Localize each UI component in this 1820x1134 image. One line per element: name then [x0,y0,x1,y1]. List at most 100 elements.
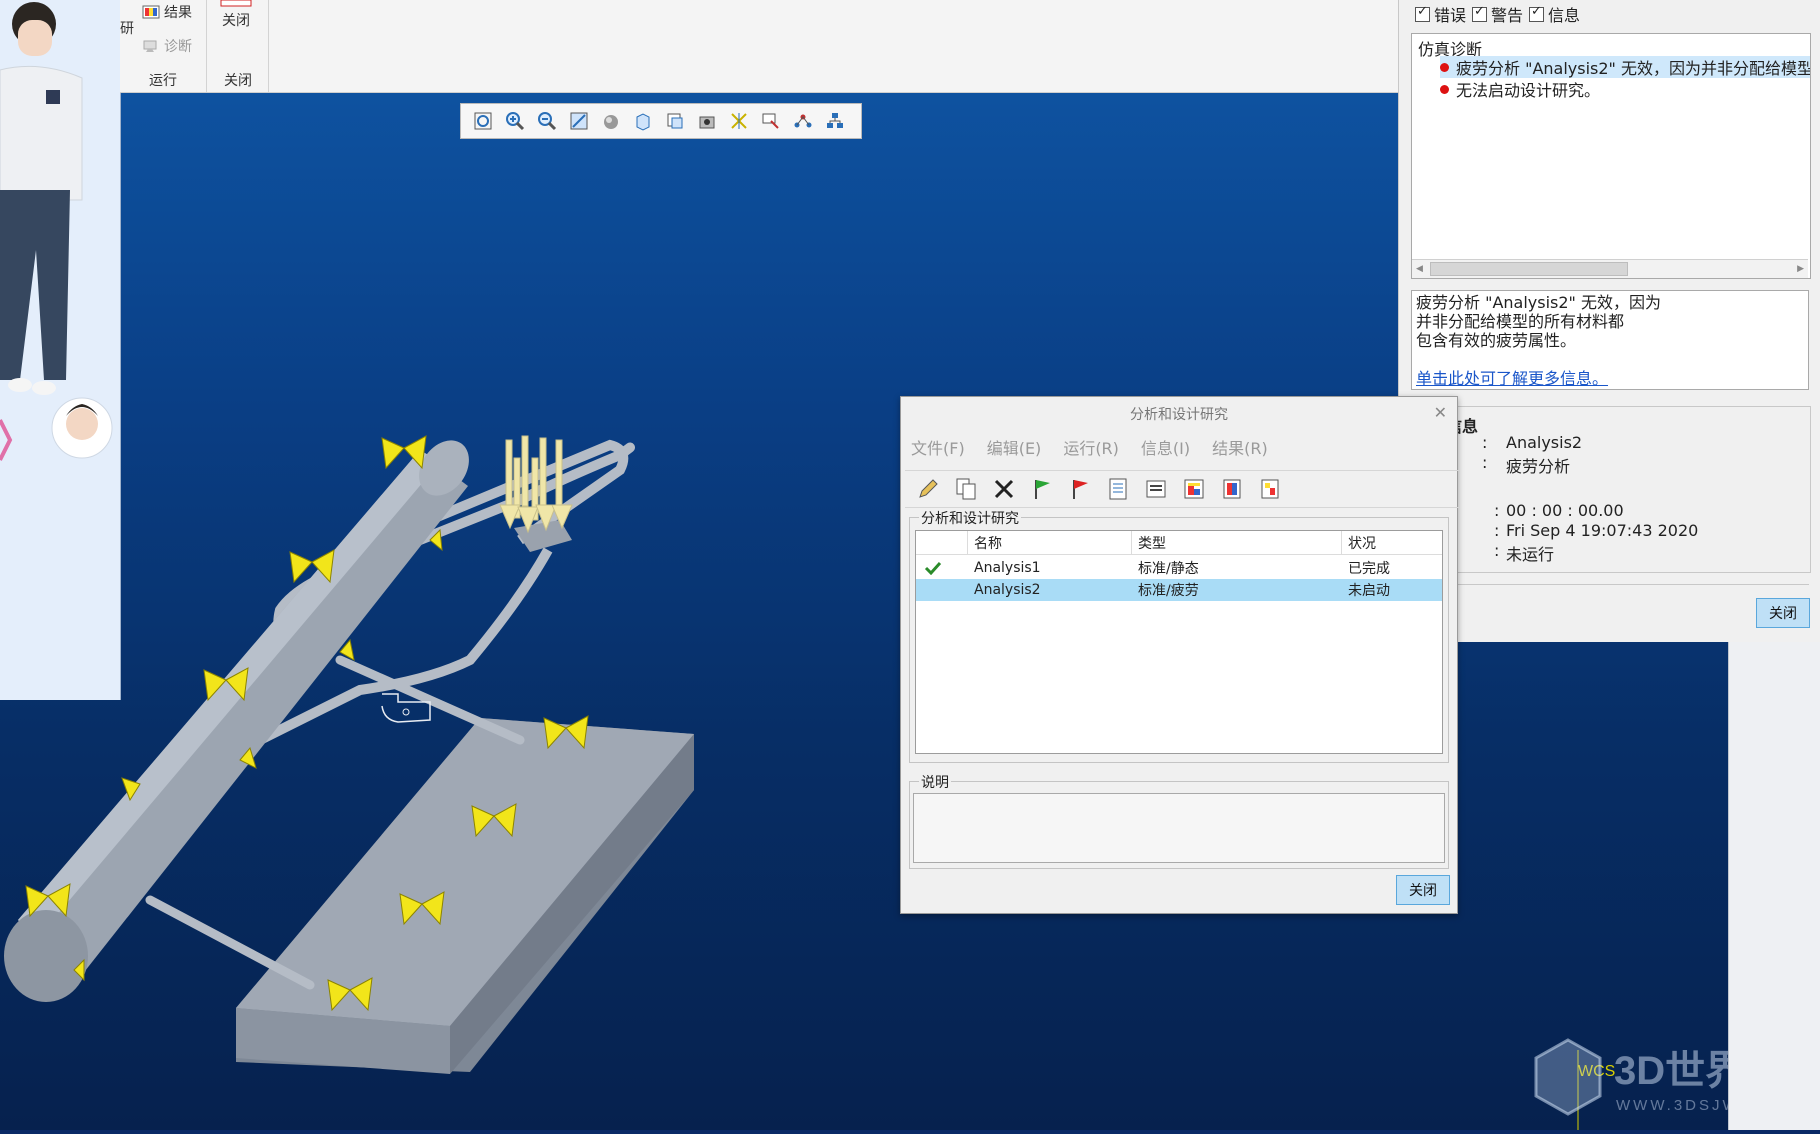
filter-error-checkbox[interactable]: 错误 [1415,2,1466,26]
studies-group-label: 分析和设计研究 [919,508,1021,528]
row-name: Analysis1 [974,560,1041,576]
description-textarea[interactable] [913,793,1445,863]
filter-info-checkbox[interactable]: 信息 [1529,2,1580,26]
copy-icon[interactable] [949,472,983,506]
scroll-right-icon[interactable]: ▶ [1797,264,1804,274]
col-status-header[interactable]: 状况 [1342,531,1442,555]
avatar-figure-icon [0,2,113,461]
diagnose-icon [143,40,157,52]
results-window-icon[interactable] [1177,472,1211,506]
datum-display-icon[interactable] [723,105,755,137]
completed-check-icon [924,557,942,579]
edit-pencil-icon[interactable] [911,472,945,506]
diagnostics-tree[interactable]: 仿真诊断 疲劳分析 "Analysis2" 无效，因为并非分配给模型的所有材料都… [1411,33,1811,279]
diagnose-button[interactable]: 诊断 [142,36,192,56]
zoom-out-icon[interactable] [531,105,563,137]
colon: : [1494,501,1500,520]
perspective-icon[interactable] [691,105,723,137]
ribbon-close-button[interactable]: 关闭 [220,0,252,30]
checklist-icon[interactable] [1101,472,1135,506]
tree-item-label: 疲劳分析 "Analysis2" 无效，因为并非分配给模型的所有材料都包含有效的… [1456,59,1810,78]
status-report-icon[interactable] [1139,472,1173,506]
scroll-left-icon[interactable]: ◀ [1416,264,1423,274]
col-type-header[interactable]: 类型 [1132,531,1342,555]
row-status: 已完成 [1348,561,1390,577]
dialog-close-icon[interactable]: ✕ [1434,403,1447,422]
details-section: 详细信息 : Analysis2 : 疲劳分析 状况 : 00 : 00 : 0… [1411,406,1811,573]
diagnose-label: 诊断 [164,39,192,55]
message-line: 并非分配给模型的所有材料都 [1416,312,1625,331]
group-label-run: 运行 [149,73,177,89]
menu-info[interactable]: 信息(I) [1141,435,1190,461]
menu-run[interactable]: 运行(R) [1063,435,1119,461]
message-filters: 错误 警告 信息 [1415,2,1586,26]
ribbon-close-label: 关闭 [222,13,250,29]
rod-b [145,895,315,990]
spin-center-icon[interactable] [787,105,819,137]
result-fringe-icon[interactable] [1215,472,1249,506]
colon: : [1482,453,1488,472]
analysis-study-dialog: 分析和设计研究 ✕ 文件(F) 编辑(E) 运行(R) 信息(I) 结果(R) … [900,396,1459,914]
col-icon-header [916,531,968,555]
studies-table: 名称 类型 状况 Analysis1 标准/静态 已完成 Analysis2 标… [915,530,1443,754]
start-flag-icon[interactable] [1025,472,1059,506]
details-name-value: Analysis2 [1506,433,1583,452]
dialog-close-button[interactable]: 关闭 [1396,875,1450,905]
section-icon[interactable] [659,105,691,137]
tree-item-study-error[interactable]: 无法启动设计研究。 [1440,77,1600,101]
delete-icon[interactable] [987,472,1021,506]
shading-icon[interactable] [595,105,627,137]
message-line: 包含有效的疲劳属性。 [1416,331,1577,350]
menu-results[interactable]: 结果(R) [1212,435,1268,461]
menu-edit[interactable]: 编辑(E) [987,435,1042,461]
menu-file[interactable]: 文件(F) [911,435,965,461]
partial-button[interactable]: 研 [120,18,134,38]
status-elapsed-value: 00 : 00 : 00.00 [1506,501,1624,520]
tree-item-label: 无法启动设计研究。 [1456,81,1601,100]
model-tree-display-icon[interactable] [819,105,851,137]
ribbon: 研 结果 诊断 关闭 运行 关闭 [120,0,1398,93]
avatar-panel [0,0,121,700]
scroll-thumb[interactable] [1430,262,1628,276]
status-state-value: 未运行 [1506,545,1555,564]
watermark-url: WWW.3DSJW [1616,1097,1740,1114]
colon: : [1494,541,1500,560]
results-label: 结果 [164,5,192,21]
repaint-icon[interactable] [563,105,595,137]
row-name: Analysis2 [974,582,1041,598]
details-type-value: 疲劳分析 [1506,457,1571,476]
description-group-label: 说明 [919,772,951,792]
row-type: 标准/静态 [1138,561,1199,577]
message-line: 疲劳分析 "Analysis2" 无效，因为 [1416,293,1661,312]
zoom-in-icon[interactable] [499,105,531,137]
row-type: 标准/疲劳 [1138,583,1199,599]
saved-views-icon[interactable] [627,105,659,137]
panel-close-button[interactable]: 关闭 [1756,598,1810,628]
refit-icon[interactable] [467,105,499,137]
row-status: 未启动 [1348,583,1390,599]
stop-flag-icon[interactable] [1063,472,1097,506]
col-name-header[interactable]: 名称 [968,531,1132,555]
horizontal-scrollbar[interactable]: ◀ ▶ [1412,259,1808,278]
dialog-menubar: 文件(F) 编辑(E) 运行(R) 信息(I) 结果(R) [911,435,1268,461]
dialog-toolbar [905,470,1459,508]
colon: : [1494,521,1500,540]
annotation-display-icon[interactable] [755,105,787,137]
filter-warning-label: 警告 [1491,6,1524,25]
error-dot-icon [1440,62,1449,72]
filter-warning-checkbox[interactable]: 警告 [1472,2,1523,26]
results-button[interactable]: 结果 [142,2,192,22]
more-info-link[interactable]: 单击此处可了解更多信息。 [1416,369,1608,388]
filter-error-label: 错误 [1434,6,1467,25]
result-compare-icon[interactable] [1253,472,1287,506]
tree-item-fatigue-error[interactable]: 疲劳分析 "Analysis2" 无效，因为并非分配给模型的所有材料都包含有效的… [1440,56,1810,78]
view-toolbar [460,103,862,139]
table-row-selected[interactable]: Analysis2 标准/疲劳 未启动 [916,579,1442,601]
table-row[interactable]: Analysis1 标准/静态 已完成 [916,557,1442,579]
results-icon [142,5,160,19]
load-arrows [499,435,573,534]
status-time-value: Fri Sep 4 19:07:43 2020 [1506,521,1699,540]
cylinder-end-near [4,910,88,1002]
filter-info-label: 信息 [1548,6,1581,25]
diagnostics-panel: 错误 警告 信息 仿真诊断 疲劳分析 "Analysis2" 无效，因为并非分配… [1398,0,1820,642]
